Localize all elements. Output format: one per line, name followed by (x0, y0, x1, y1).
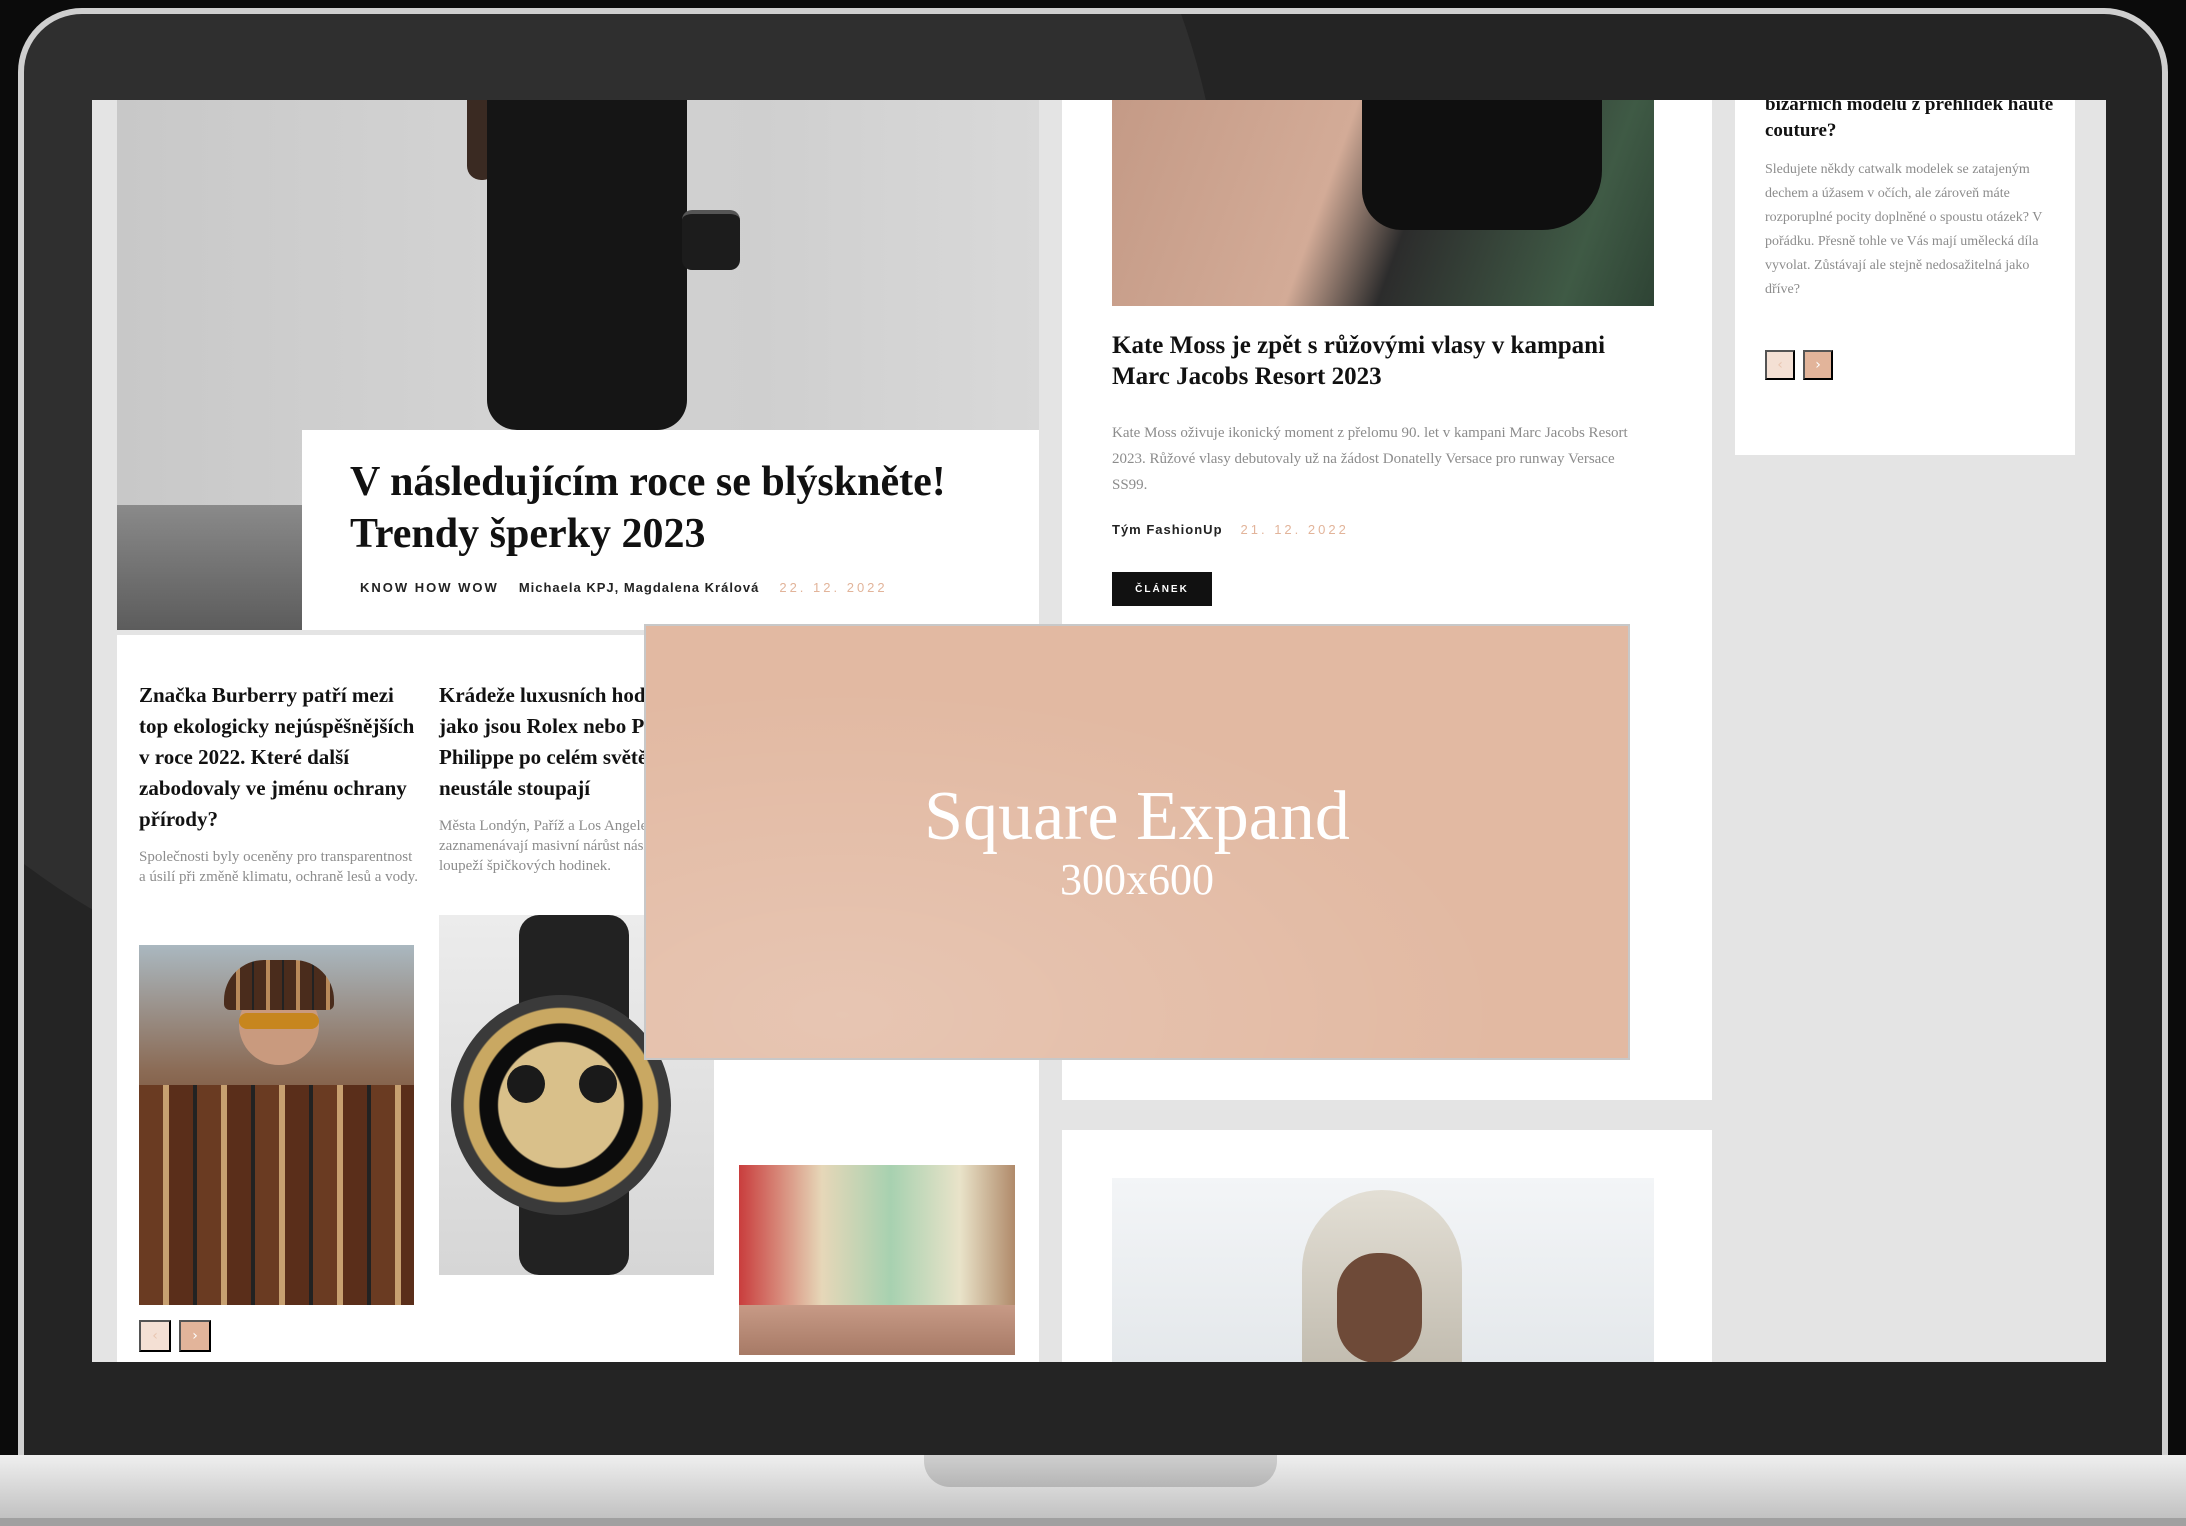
right-article-card: bizarních modelů z přehlídek haute coutu… (1735, 100, 2075, 455)
next-button[interactable]: › (1803, 350, 1833, 380)
right-article-excerpt: Sledujete někdy catwalk modelek se zataj… (1765, 162, 2043, 297)
article-burberry: Značka Burberry patří mezi top ekologick… (139, 680, 419, 887)
watch-subdial (507, 1065, 545, 1103)
gucci-floor (739, 1305, 1015, 1355)
hero-figure (487, 100, 687, 430)
burberry-glasses (239, 1013, 319, 1029)
watch-subdial (579, 1065, 617, 1103)
watch-case (451, 995, 671, 1215)
ad-title: Square Expand (924, 778, 1350, 855)
middle-article-card-2 (1062, 1130, 1712, 1362)
prev-button[interactable]: ‹ (139, 1320, 171, 1352)
laptop-base-edge (0, 1518, 2186, 1526)
middle-article-author[interactable]: Tým FashionUp (1112, 522, 1223, 537)
square-expand-ad[interactable]: Square Expand 300x600 (644, 624, 1630, 1060)
middle-article-date: 21. 12. 2022 (1240, 522, 1349, 537)
hero-title-line1: V následujícím roce se blýskněte! (350, 459, 946, 505)
middle-article-meta: Tým FashionUp 21. 12. 2022 (1112, 522, 1349, 537)
laptop-base-notch (924, 1455, 1277, 1487)
hero-category[interactable]: KNOW HOW WOW (360, 580, 499, 595)
next-button[interactable]: › (179, 1320, 211, 1352)
article-title[interactable]: Značka Burberry patří mezi top ekologick… (139, 680, 419, 835)
right-pager: ‹ › (1765, 350, 1833, 380)
article-button[interactable]: ČLÁNEK (1112, 572, 1212, 606)
ad-size: 300x600 (1060, 855, 1214, 904)
kate-boot (1362, 100, 1602, 230)
hero-title-line2: Trendy šperky 2023 (350, 511, 706, 557)
kate-moss-image[interactable] (1112, 100, 1654, 306)
right-article-title[interactable]: bizarních modelů z přehlídek haute coutu… (1765, 100, 2055, 144)
article-excerpt: Společnosti byly oceněny pro transparent… (139, 849, 418, 885)
middle-article-title[interactable]: Kate Moss je zpět s růžovými vlasy v kam… (1112, 330, 1652, 392)
model-face (1337, 1253, 1422, 1362)
laptop-screen: V následujícím roce se blýskněte! Trendy… (92, 100, 2106, 1362)
burberry-image[interactable] (139, 945, 414, 1305)
burberry-coat (139, 1085, 414, 1305)
burberry-cap (224, 960, 334, 1010)
hero-authors[interactable]: Michaela KPJ, Magdalena Králová (519, 580, 760, 595)
gucci-image[interactable] (739, 1165, 1015, 1355)
hero-meta: KNOW HOW WOW Michaela KPJ, Magdalena Krá… (360, 580, 888, 595)
prev-button[interactable]: ‹ (1765, 350, 1795, 380)
hero-date: 22. 12. 2022 (779, 580, 888, 595)
left-pager: ‹ › (139, 1320, 211, 1352)
hero-card[interactable]: V následujícím roce se blýskněte! Trendy… (302, 430, 1039, 630)
lil-nas-image[interactable] (1112, 1178, 1654, 1362)
hero-title[interactable]: V následujícím roce se blýskněte! Trendy… (350, 456, 991, 560)
middle-article-excerpt: Kate Moss oživuje ikonický moment z přel… (1112, 425, 1628, 493)
hero-handbag (682, 210, 740, 270)
